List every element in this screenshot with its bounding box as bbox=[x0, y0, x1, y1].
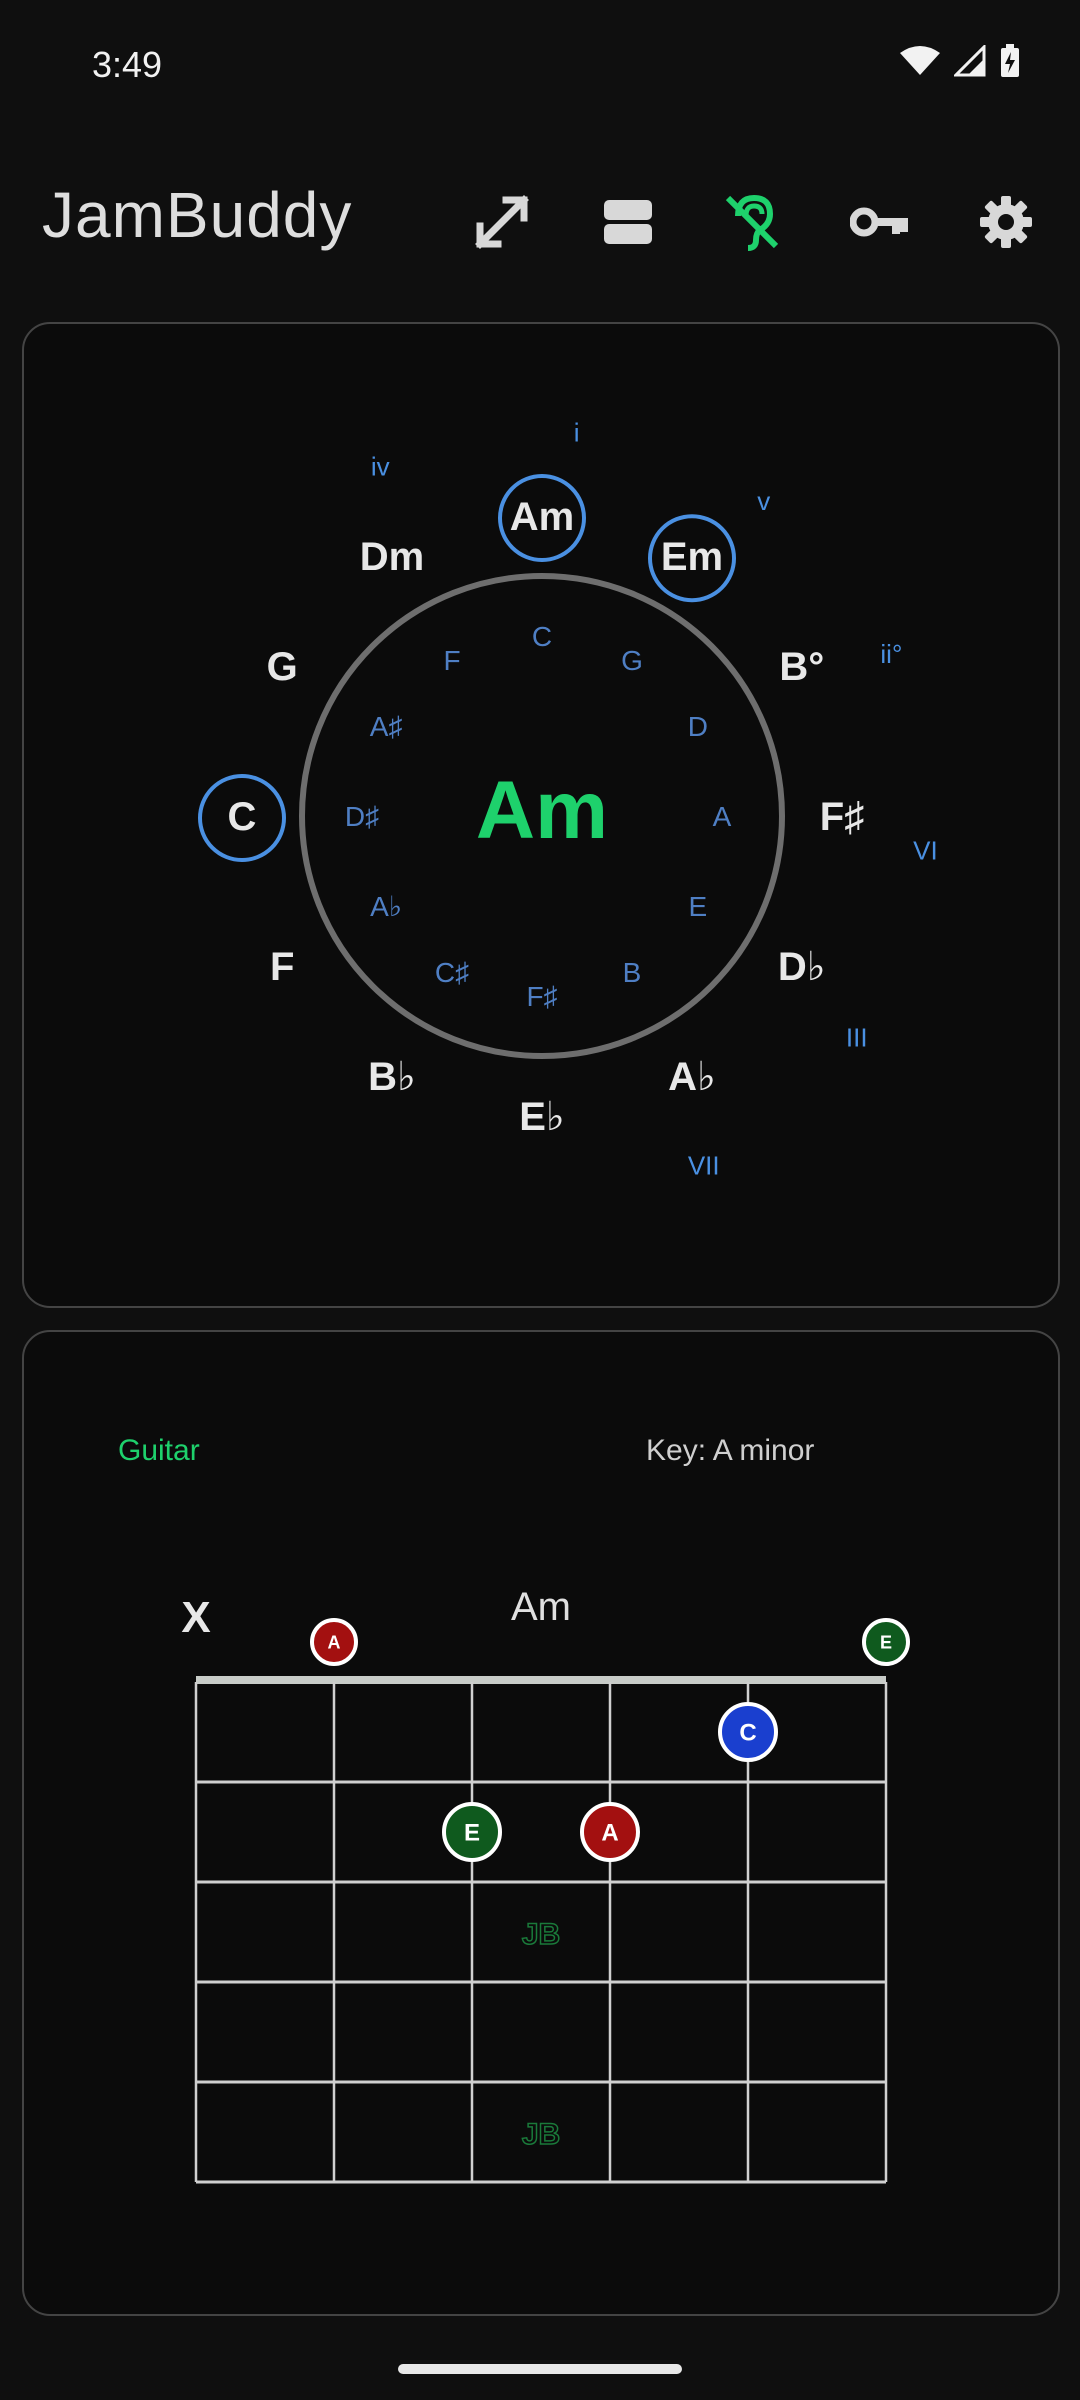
circle-chord-1[interactable]: Em v bbox=[648, 486, 770, 603]
status-time: 3:49 bbox=[92, 44, 163, 85]
layout-button[interactable] bbox=[592, 186, 664, 258]
circle-chord-0[interactable]: Am i bbox=[498, 418, 586, 562]
note-dot[interactable]: A bbox=[580, 1802, 640, 1862]
note-dot-label: E bbox=[880, 1632, 892, 1652]
note-dot-label: A bbox=[328, 1632, 341, 1652]
chord-label: B♭ bbox=[368, 1055, 416, 1099]
app-bar: JamBuddy bbox=[0, 160, 1080, 270]
chord-label: B° bbox=[779, 645, 824, 689]
note-dot-label: E bbox=[464, 1820, 480, 1847]
chord-label: G bbox=[267, 645, 298, 689]
home-indicator[interactable] bbox=[398, 2364, 682, 2374]
circle-chord-8[interactable]: F bbox=[270, 945, 294, 989]
layout-icon bbox=[604, 200, 652, 244]
battery-charging-icon bbox=[1001, 44, 1019, 77]
note-dot-label: C bbox=[739, 1720, 756, 1747]
inner-note-label: C bbox=[532, 621, 552, 652]
roman-numeral-label: v bbox=[757, 486, 770, 516]
key-icon bbox=[850, 207, 908, 237]
note-dot[interactable]: E bbox=[862, 1618, 910, 1666]
wifi-icon bbox=[900, 46, 940, 75]
chord-label: F bbox=[270, 945, 294, 989]
expand-icon bbox=[475, 195, 529, 249]
inner-note-label: A♯ bbox=[370, 711, 403, 742]
circle-chord-2[interactable]: B° ii° bbox=[779, 639, 902, 689]
circle-chord-11[interactable]: Dm iv bbox=[360, 452, 424, 580]
circle-chord-9[interactable]: C bbox=[198, 774, 286, 862]
inner-note-label: A bbox=[713, 801, 732, 832]
chord-label: A♭ bbox=[668, 1055, 716, 1099]
chord-label: C bbox=[228, 795, 257, 839]
roman-numeral-label: iv bbox=[371, 452, 390, 482]
chord-label: Dm bbox=[360, 535, 424, 579]
chord-label: Em bbox=[661, 535, 723, 579]
inner-note-label: C♯ bbox=[435, 957, 469, 988]
expand-button[interactable] bbox=[466, 186, 538, 258]
roman-numeral-label: VII bbox=[688, 1150, 720, 1180]
note-dot[interactable]: A bbox=[310, 1618, 358, 1666]
settings-icon bbox=[980, 196, 1032, 248]
note-dot[interactable]: C bbox=[718, 1702, 778, 1762]
roman-numeral-label: III bbox=[846, 1023, 868, 1053]
cell-signal-icon bbox=[954, 45, 986, 77]
fretboard-card: Guitar Key: A minor Am X A E C E A JB JB bbox=[22, 1330, 1060, 2316]
roman-numeral-label: VI bbox=[913, 836, 938, 866]
fret-marker-logo: JB bbox=[522, 1918, 560, 1951]
inner-note-label: A♭ bbox=[370, 891, 402, 922]
circle-chord-6[interactable]: E♭ bbox=[519, 1095, 565, 1139]
circle-of-fifths-card: Am Am i Em v B° ii° F♯ VI D♭ III A♭ VII E♭ B♭ F C G Dm iv C G… bbox=[22, 322, 1060, 1308]
roman-numeral-label: i bbox=[574, 418, 580, 448]
status-icons bbox=[900, 44, 1020, 78]
status-bar: 3:49 bbox=[0, 0, 1080, 130]
key-button[interactable] bbox=[844, 186, 916, 258]
inner-note-label: E bbox=[689, 891, 708, 922]
fretboard-diagram: Am X A E C E A JB JB bbox=[181, 1585, 910, 2184]
hearing-off-button[interactable] bbox=[716, 186, 788, 258]
inner-note-label: F♯ bbox=[526, 981, 557, 1012]
muted-string-marker: X bbox=[181, 1593, 210, 1642]
note-dot[interactable]: E bbox=[442, 1802, 502, 1862]
roman-numeral-label: ii° bbox=[880, 639, 902, 669]
circle-chord-4[interactable]: D♭ III bbox=[778, 945, 868, 1053]
circle-chord-10[interactable]: G bbox=[267, 645, 298, 689]
chord-label: Am bbox=[510, 495, 574, 539]
inner-note-label: G bbox=[621, 645, 643, 676]
circle-of-fifths[interactable]: Am Am i Em v B° ii° F♯ VI D♭ III A♭ VII E♭ B♭ F C G Dm iv C G… bbox=[24, 324, 1058, 1306]
inner-note-label: B bbox=[623, 957, 642, 988]
circle-chord-3[interactable]: F♯ VI bbox=[820, 795, 938, 866]
center-key-label: Am bbox=[476, 765, 608, 856]
circle-chord-7[interactable]: B♭ bbox=[368, 1055, 416, 1099]
chord-label: F♯ bbox=[820, 795, 864, 839]
inner-note-label: F bbox=[443, 645, 460, 676]
settings-button[interactable] bbox=[970, 186, 1042, 258]
chord-label: D♭ bbox=[778, 945, 826, 989]
chord-name-label: Am bbox=[511, 1585, 571, 1629]
nut bbox=[196, 1676, 886, 1684]
inner-note-label: D♯ bbox=[345, 801, 379, 832]
note-dot-label: A bbox=[601, 1820, 618, 1847]
hearing-off-icon bbox=[725, 194, 779, 251]
app-actions bbox=[0, 186, 1080, 266]
fret-marker-logo: JB bbox=[522, 2118, 560, 2151]
circle-chord-5[interactable]: A♭ VII bbox=[668, 1055, 720, 1181]
inner-note-label: D bbox=[688, 711, 708, 742]
chord-label: E♭ bbox=[519, 1095, 565, 1139]
